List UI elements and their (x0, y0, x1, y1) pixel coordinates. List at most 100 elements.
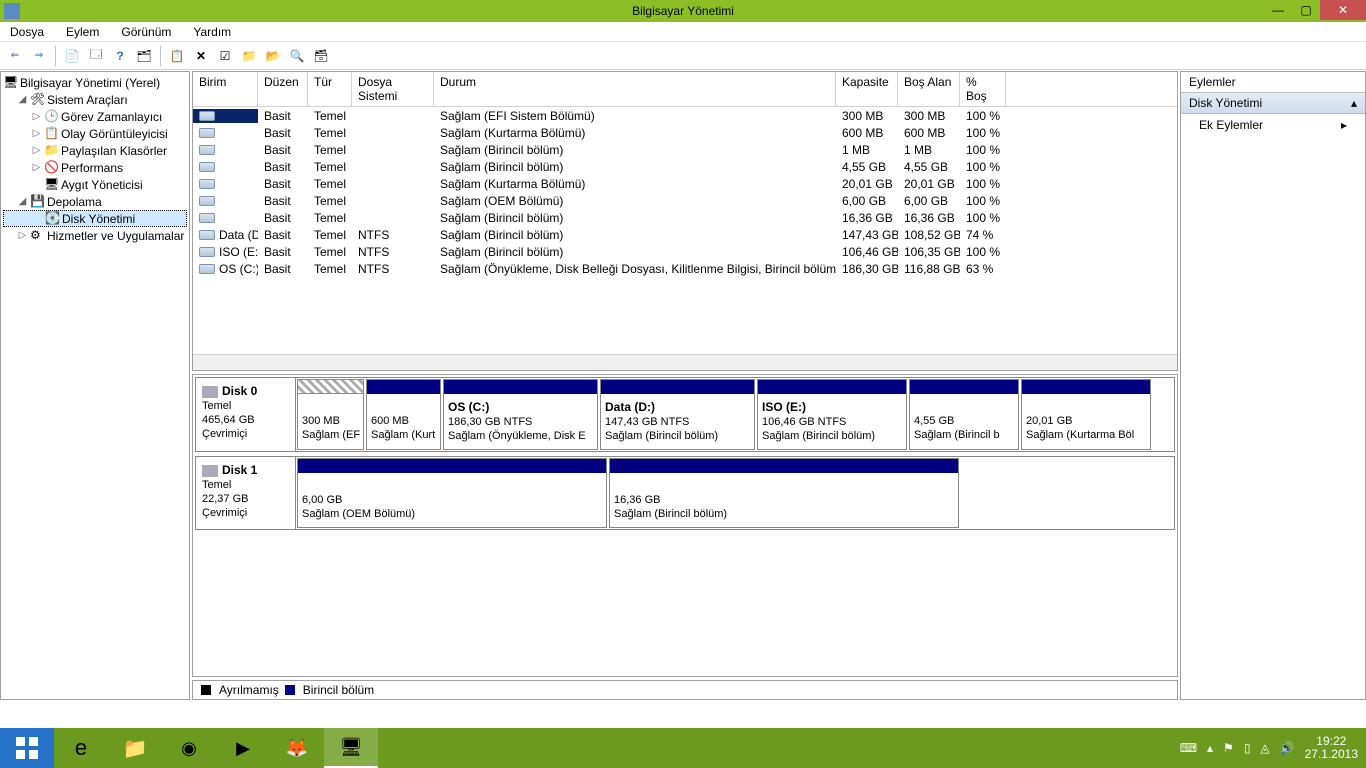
expand-icon[interactable]: ▷ (31, 128, 42, 139)
tb-icon-4[interactable]: 📋 (166, 45, 188, 67)
disk-icon (202, 465, 218, 477)
tb-icon-1[interactable]: 📄 (61, 45, 83, 67)
volume-row[interactable]: BasitTemelSağlam (Birincil bölüm)4,55 GB… (193, 158, 1177, 175)
tray-up-icon[interactable]: ▴ (1207, 741, 1213, 755)
expand-icon[interactable]: ▷ (31, 162, 42, 173)
partition[interactable]: ISO (E:)106,46 GB NTFSSağlam (Birincil b… (757, 379, 907, 450)
legend: Ayrılmamış Birincil bölüm (192, 680, 1178, 700)
actions-more[interactable]: Ek Eylemler▸ (1181, 114, 1365, 136)
tree-shared-folders[interactable]: ▷📁Paylaşılan Klasörler (3, 142, 187, 159)
volume-row[interactable]: BasitTemelSağlam (EFI Sistem Bölümü)300 … (193, 107, 1177, 124)
keyboard-icon[interactable]: ⌨ (1180, 741, 1197, 755)
tree-device-manager[interactable]: 🖥Aygıt Yöneticisi (3, 176, 187, 193)
tree-task-scheduler[interactable]: ▷🕒Görev Zamanlayıcı (3, 108, 187, 125)
expand-icon[interactable]: ▷ (17, 230, 28, 241)
volume-row[interactable]: OS (C:)BasitTemelNTFSSağlam (Önyükleme, … (193, 260, 1177, 277)
menu-file[interactable]: Dosya (6, 23, 48, 41)
start-button[interactable] (0, 728, 54, 768)
tree-system-tools[interactable]: ◢🛠Sistem Araçları (3, 91, 187, 108)
partition[interactable]: OS (C:)186,30 GB NTFSSağlam (Önyükleme, … (443, 379, 598, 450)
partition[interactable]: 16,36 GBSağlam (Birincil bölüm) (609, 458, 959, 528)
partition[interactable]: 6,00 GBSağlam (OEM Bölümü) (297, 458, 607, 528)
tb-icon-2[interactable]: 🗔 (85, 45, 107, 67)
tree-event-viewer[interactable]: ▷📋Olay Görüntüleyicisi (3, 125, 187, 142)
tree-storage[interactable]: ◢💾Depolama (3, 193, 187, 210)
tray-clock[interactable]: 19:22 27.1.2013 (1305, 735, 1358, 761)
taskbar-explorer[interactable]: 📁 (108, 728, 162, 768)
partition[interactable]: 4,55 GBSağlam (Birincil b (909, 379, 1019, 450)
tree-performance[interactable]: ▷🚫Performans (3, 159, 187, 176)
volume-row[interactable]: ISO (E:)BasitTemelNTFSSağlam (Birincil b… (193, 243, 1177, 260)
col-capacity[interactable]: Kapasite (836, 72, 898, 106)
col-status[interactable]: Durum (434, 72, 836, 106)
taskbar-ie[interactable]: e (54, 728, 108, 768)
taskbar-chrome[interactable]: ◉ (162, 728, 216, 768)
volume-row[interactable]: BasitTemelSağlam (Kurtarma Bölümü)600 MB… (193, 124, 1177, 141)
volume-row[interactable]: BasitTemelSağlam (Birincil bölüm)16,36 G… (193, 209, 1177, 226)
delete-icon[interactable]: ✕ (190, 45, 212, 67)
tree-disk-management[interactable]: 💽Disk Yönetimi (3, 210, 187, 227)
forward-button[interactable]: ⇒ (28, 45, 50, 67)
disk-row[interactable]: Disk 1Temel22,37 GBÇevrimiçi6,00 GBSağla… (195, 456, 1175, 530)
partition[interactable]: 300 MBSağlam (EF (297, 379, 364, 450)
back-button[interactable]: ⇐ (4, 45, 26, 67)
tb-icon-6[interactable]: 📁 (238, 45, 260, 67)
grid-header[interactable]: Birim Düzen Tür Dosya Sistemi Durum Kapa… (193, 72, 1177, 107)
battery-icon[interactable]: ▯ (1244, 741, 1251, 755)
volume-list[interactable]: Birim Düzen Tür Dosya Sistemi Durum Kapa… (192, 71, 1178, 371)
toolbar: ⇐ ⇒ 📄 🗔 ? 🗂 📋 ✕ ☑ 📁 📂 🔍 🗃 (0, 42, 1366, 70)
legend-swatch-primary (285, 685, 295, 695)
volume-row[interactable]: Data (D:)BasitTemelNTFSSağlam (Birincil … (193, 226, 1177, 243)
partition-stripe (444, 380, 597, 394)
menu-view[interactable]: Görünüm (117, 23, 175, 41)
tb-icon-9[interactable]: 🗃 (310, 45, 332, 67)
maximize-button[interactable]: ▢ (1292, 0, 1320, 20)
col-free[interactable]: Boş Alan (898, 72, 960, 106)
partition[interactable]: 600 MBSağlam (Kurt (366, 379, 441, 450)
collapse-icon[interactable]: ◢ (17, 94, 28, 105)
col-fs[interactable]: Dosya Sistemi (352, 72, 434, 106)
taskbar-mmc[interactable]: 🖥 (324, 728, 378, 768)
minimize-button[interactable]: — (1264, 0, 1292, 20)
navigation-tree[interactable]: 🖥Bilgisayar Yönetimi (Yerel) ◢🛠Sistem Ar… (0, 71, 190, 700)
taskbar-media[interactable]: ▶ (216, 728, 270, 768)
tb-icon-8[interactable]: 🔍 (286, 45, 308, 67)
disk-icon (202, 386, 218, 398)
help-icon[interactable]: ? (109, 45, 131, 67)
col-pct[interactable]: % Boş (960, 72, 1006, 106)
tree-root[interactable]: 🖥Bilgisayar Yönetimi (Yerel) (3, 74, 187, 91)
system-tray[interactable]: ⌨ ▴ ⚑ ▯ ◬ 🔊 19:22 27.1.2013 (1180, 735, 1366, 761)
volume-icon[interactable]: 🔊 (1280, 741, 1295, 755)
menu-help[interactable]: Yardım (189, 23, 235, 41)
expand-icon[interactable]: ▷ (31, 145, 42, 156)
disk-graphical-view[interactable]: Disk 0Temel465,64 GBÇevrimiçi300 MBSağla… (192, 374, 1178, 677)
actions-section[interactable]: Disk Yönetimi▴ (1181, 93, 1365, 114)
actions-pane: Eylemler Disk Yönetimi▴ Ek Eylemler▸ (1180, 71, 1366, 700)
volume-icon (199, 162, 215, 172)
partition[interactable]: 20,01 GBSağlam (Kurtarma Böl (1021, 379, 1151, 450)
tb-icon-5[interactable]: ☑ (214, 45, 236, 67)
col-layout[interactable]: Düzen (258, 72, 308, 106)
collapse-arrow-icon: ▴ (1351, 96, 1357, 110)
network-icon[interactable]: ◬ (1260, 741, 1269, 755)
col-volume[interactable]: Birim (193, 72, 258, 106)
taskbar[interactable]: e 📁 ◉ ▶ 🦊 🖥 ⌨ ▴ ⚑ ▯ ◬ 🔊 19:22 27.1.2013 (0, 728, 1366, 768)
flag-icon[interactable]: ⚑ (1223, 741, 1234, 755)
volume-row[interactable]: BasitTemelSağlam (Kurtarma Bölümü)20,01 … (193, 175, 1177, 192)
tb-icon-3[interactable]: 🗂 (133, 45, 155, 67)
taskbar-firefox[interactable]: 🦊 (270, 728, 324, 768)
tree-services-apps[interactable]: ▷⚙Hizmetler ve Uygulamalar (3, 227, 187, 244)
collapse-icon[interactable]: ◢ (17, 196, 28, 207)
close-button[interactable]: ✕ (1320, 0, 1366, 20)
volume-row[interactable]: BasitTemelSağlam (Birincil bölüm)1 MB1 M… (193, 141, 1177, 158)
folder-icon: 📁 (123, 736, 148, 761)
scrollbar-horizontal[interactable] (193, 354, 1177, 370)
partition[interactable]: Data (D:)147,43 GB NTFSSağlam (Birincil … (600, 379, 755, 450)
expand-icon[interactable]: ▷ (31, 111, 42, 122)
tb-icon-7[interactable]: 📂 (262, 45, 284, 67)
volume-icon (199, 196, 215, 206)
disk-row[interactable]: Disk 0Temel465,64 GBÇevrimiçi300 MBSağla… (195, 377, 1175, 452)
menu-action[interactable]: Eylem (62, 23, 103, 41)
col-type[interactable]: Tür (308, 72, 352, 106)
volume-row[interactable]: BasitTemelSağlam (OEM Bölümü)6,00 GB6,00… (193, 192, 1177, 209)
